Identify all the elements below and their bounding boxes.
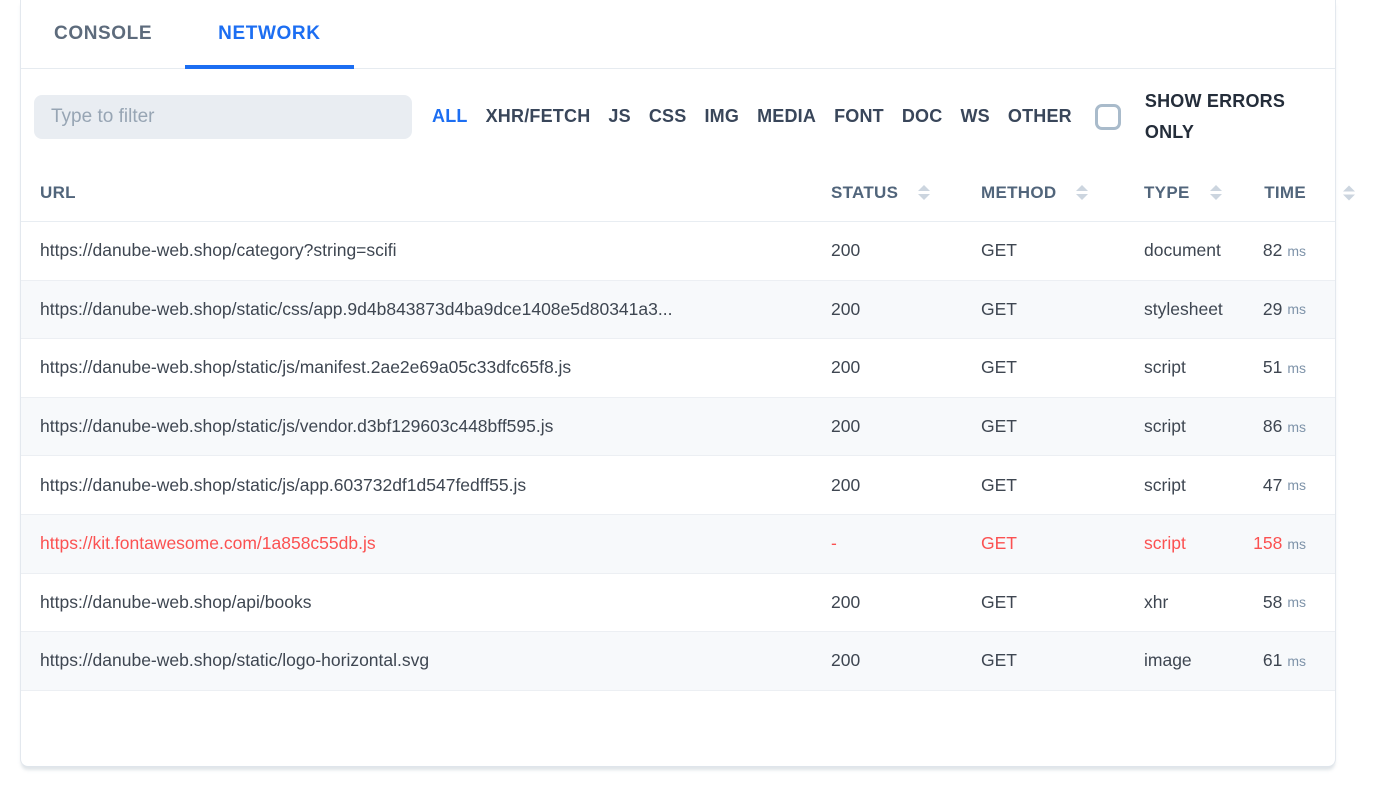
request-status: - xyxy=(831,533,837,554)
request-method: GET xyxy=(981,533,1017,554)
column-header-status[interactable]: STATUS xyxy=(831,183,981,203)
request-method: GET xyxy=(981,299,1017,320)
request-type: document xyxy=(1144,240,1221,261)
request-method: GET xyxy=(981,416,1017,437)
request-type-filters: ALL XHR/FETCH JS CSS IMG MEDIA FONT DOC … xyxy=(432,106,1072,127)
type-filter-js[interactable]: JS xyxy=(608,106,630,127)
type-filter-all[interactable]: ALL xyxy=(432,106,468,127)
time-unit: ms xyxy=(1287,360,1306,376)
request-url: https://danube-web.shop/static/css/app.9… xyxy=(40,299,672,320)
request-method: GET xyxy=(981,650,1017,671)
request-url: https://danube-web.shop/category?string=… xyxy=(40,240,397,261)
request-rows: https://danube-web.shop/category?string=… xyxy=(21,222,1335,691)
request-status: 200 xyxy=(831,240,860,261)
table-row[interactable]: https://danube-web.shop/static/js/app.60… xyxy=(21,456,1335,515)
request-time: 61 xyxy=(1263,650,1282,671)
network-devtools-panel: CONSOLE NETWORK ALL XHR/FETCH JS CSS IMG… xyxy=(20,0,1336,767)
table-row[interactable]: https://danube-web.shop/static/logo-hori… xyxy=(21,632,1335,691)
time-unit: ms xyxy=(1287,477,1306,493)
request-method: GET xyxy=(981,592,1017,613)
request-url: https://kit.fontawesome.com/1a858c55db.j… xyxy=(40,533,376,554)
request-status: 200 xyxy=(831,475,860,496)
url-column-label: URL xyxy=(40,183,76,203)
request-method: GET xyxy=(981,357,1017,378)
request-time: 82 xyxy=(1263,240,1282,261)
column-header-type[interactable]: TYPE xyxy=(1144,183,1244,203)
request-method: GET xyxy=(981,240,1017,261)
request-type: script xyxy=(1144,475,1186,496)
filter-input[interactable] xyxy=(34,95,412,139)
type-filter-doc[interactable]: DOC xyxy=(902,106,943,127)
request-type: script xyxy=(1144,533,1186,554)
type-filter-font[interactable]: FONT xyxy=(834,106,884,127)
column-header-time[interactable]: TIME xyxy=(1244,183,1335,203)
method-column-label: METHOD xyxy=(981,183,1056,203)
type-filter-ws[interactable]: WS xyxy=(960,106,989,127)
show-errors-only-label: SHOW ERRORS ONLY xyxy=(1145,86,1297,148)
sort-icon[interactable] xyxy=(918,185,930,200)
table-row[interactable]: https://danube-web.shop/static/js/vendor… xyxy=(21,398,1335,457)
request-type: stylesheet xyxy=(1144,299,1223,320)
request-url: https://danube-web.shop/api/books xyxy=(40,592,311,613)
time-unit: ms xyxy=(1287,653,1306,669)
request-type: script xyxy=(1144,416,1186,437)
sort-icon[interactable] xyxy=(1076,185,1088,200)
request-time: 158 xyxy=(1253,533,1282,554)
request-time: 86 xyxy=(1263,416,1282,437)
column-header-method[interactable]: METHOD xyxy=(981,183,1144,203)
request-time: 47 xyxy=(1263,475,1282,496)
request-type: xhr xyxy=(1144,592,1168,613)
request-time: 58 xyxy=(1263,592,1282,613)
request-url: https://danube-web.shop/static/logo-hori… xyxy=(40,650,429,671)
type-filter-img[interactable]: IMG xyxy=(704,106,739,127)
type-filter-media[interactable]: MEDIA xyxy=(757,106,816,127)
time-unit: ms xyxy=(1287,243,1306,259)
table-header: URL STATUS METHOD TYPE TIME xyxy=(21,164,1335,222)
request-type: image xyxy=(1144,650,1192,671)
tab-console[interactable]: CONSOLE xyxy=(21,0,185,68)
request-time: 51 xyxy=(1263,357,1282,378)
request-url: https://danube-web.shop/static/js/manife… xyxy=(40,357,571,378)
request-method: GET xyxy=(981,475,1017,496)
table-row-error[interactable]: https://kit.fontawesome.com/1a858c55db.j… xyxy=(21,515,1335,574)
time-column-label: TIME xyxy=(1264,183,1306,203)
type-filter-xhr-fetch[interactable]: XHR/FETCH xyxy=(486,106,591,127)
request-status: 200 xyxy=(831,650,860,671)
panel-tabs: CONSOLE NETWORK xyxy=(21,0,1335,69)
time-unit: ms xyxy=(1287,301,1306,317)
tab-network[interactable]: NETWORK xyxy=(185,0,353,68)
type-filter-other[interactable]: OTHER xyxy=(1008,106,1072,127)
sort-icon[interactable] xyxy=(1210,185,1222,200)
show-errors-only-toggle: SHOW ERRORS ONLY xyxy=(1095,86,1297,148)
time-unit: ms xyxy=(1287,536,1306,552)
request-status: 200 xyxy=(831,357,860,378)
filter-bar: ALL XHR/FETCH JS CSS IMG MEDIA FONT DOC … xyxy=(21,69,1335,164)
request-time: 29 xyxy=(1263,299,1282,320)
request-status: 200 xyxy=(831,416,860,437)
time-unit: ms xyxy=(1287,419,1306,435)
table-row[interactable]: https://danube-web.shop/static/css/app.9… xyxy=(21,281,1335,340)
table-row[interactable]: https://danube-web.shop/static/js/manife… xyxy=(21,339,1335,398)
request-url: https://danube-web.shop/static/js/app.60… xyxy=(40,475,526,496)
request-status: 200 xyxy=(831,592,860,613)
status-column-label: STATUS xyxy=(831,183,898,203)
type-column-label: TYPE xyxy=(1144,183,1190,203)
request-url: https://danube-web.shop/static/js/vendor… xyxy=(40,416,553,437)
type-filter-css[interactable]: CSS xyxy=(649,106,687,127)
column-header-url: URL xyxy=(21,183,831,203)
table-row[interactable]: https://danube-web.shop/api/books 200 GE… xyxy=(21,574,1335,633)
time-unit: ms xyxy=(1287,594,1306,610)
sort-icon[interactable] xyxy=(1343,185,1355,200)
request-status: 200 xyxy=(831,299,860,320)
show-errors-only-checkbox[interactable] xyxy=(1095,104,1121,130)
request-type: script xyxy=(1144,357,1186,378)
table-row[interactable]: https://danube-web.shop/category?string=… xyxy=(21,222,1335,281)
